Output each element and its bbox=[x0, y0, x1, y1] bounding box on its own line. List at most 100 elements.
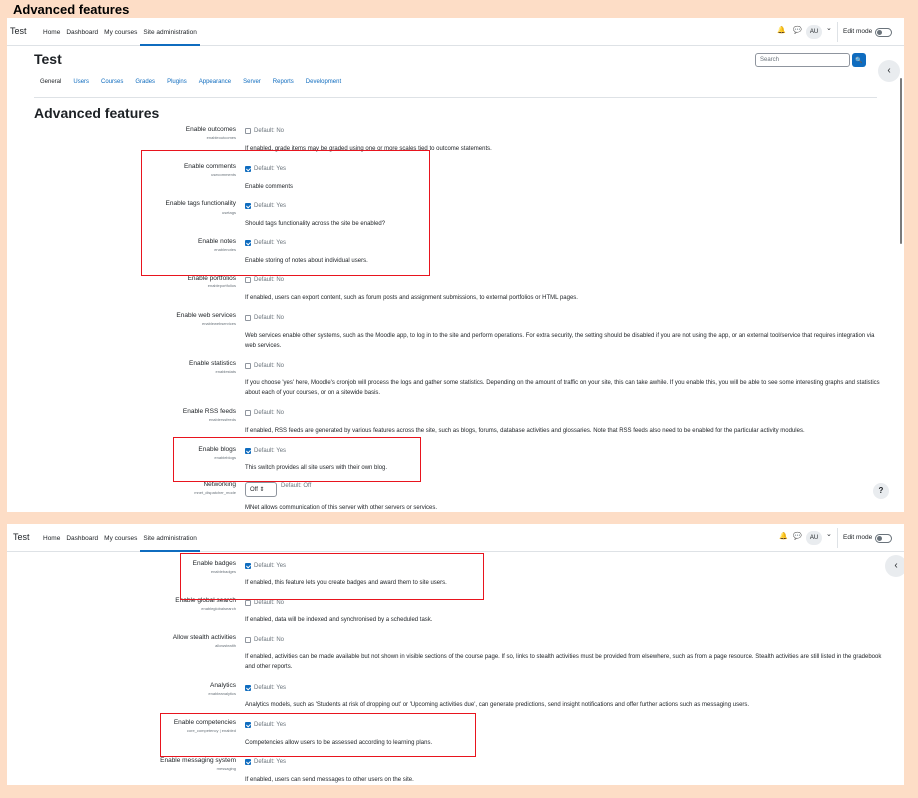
navbar-divider bbox=[837, 22, 838, 42]
setting-label: Analytics bbox=[209, 682, 236, 689]
bell-icon[interactable]: 🔔 bbox=[779, 532, 788, 540]
setting-default: Default: Off bbox=[281, 483, 312, 489]
chevron-left-icon: ‹ bbox=[894, 560, 898, 571]
navbar-divider bbox=[837, 528, 838, 548]
setting-description: If enabled, users can send messages to o… bbox=[245, 777, 414, 783]
setting-default: Default: No bbox=[254, 600, 285, 606]
setting-name: messaging bbox=[216, 766, 236, 771]
avatar[interactable]: AU bbox=[806, 25, 822, 39]
drawer-toggle-button[interactable]: ‹ bbox=[878, 60, 900, 82]
chat-icon[interactable]: 💬 bbox=[793, 26, 802, 34]
primary-navigation: Home Dashboard My courses Site administr… bbox=[40, 18, 200, 46]
avatar[interactable]: AU bbox=[806, 531, 822, 545]
edit-mode-toggle[interactable] bbox=[875, 28, 892, 37]
nav-dashboard[interactable]: Dashboard bbox=[63, 524, 101, 552]
site-brand[interactable]: Test bbox=[13, 532, 30, 542]
site-brand[interactable]: Test bbox=[10, 26, 27, 36]
setting-default: Default: Yes bbox=[254, 685, 287, 691]
setting-name: enableglobalsearch bbox=[201, 606, 236, 611]
setting-checkbox[interactable] bbox=[245, 685, 251, 691]
setting-label: Allow stealth activities bbox=[172, 634, 236, 641]
admin-tabs: General Users Courses Grades Plugins App… bbox=[34, 75, 877, 98]
setting-checkbox[interactable] bbox=[245, 277, 251, 283]
setting-label: Networking bbox=[203, 481, 236, 488]
setting-description: If you choose 'yes' here, Moodle's cronj… bbox=[245, 380, 880, 396]
setting-description: Web services enable other systems, such … bbox=[245, 333, 875, 349]
setting-description: If enabled, activities can be made avail… bbox=[245, 654, 882, 670]
nav-site-administration[interactable]: Site administration bbox=[140, 524, 200, 552]
nav-home[interactable]: Home bbox=[40, 524, 63, 552]
chevron-down-icon[interactable]: ⌄ bbox=[826, 530, 832, 538]
setting-checkbox[interactable] bbox=[245, 759, 251, 765]
highlight-box bbox=[180, 553, 484, 600]
nav-dashboard[interactable]: Dashboard bbox=[63, 18, 101, 46]
setting-description: If enabled, RSS feeds are generated by v… bbox=[245, 428, 805, 434]
screenshot-panel-bottom: Test Home Dashboard My courses Site admi… bbox=[7, 524, 904, 785]
section-title: Advanced features bbox=[34, 105, 160, 121]
page-title: Test bbox=[34, 51, 62, 67]
setting-label: Enable portfolios bbox=[187, 275, 236, 282]
setting-checkbox[interactable] bbox=[245, 410, 251, 416]
help-button[interactable]: ? bbox=[873, 483, 889, 499]
setting-name: enableoutcomes bbox=[206, 135, 236, 140]
top-navbar: Test Home Dashboard My courses Site admi… bbox=[7, 18, 904, 46]
setting-checkbox[interactable] bbox=[245, 315, 251, 321]
setting-default: Default: No bbox=[254, 315, 285, 321]
chat-icon[interactable]: 💬 bbox=[793, 532, 802, 540]
highlight-box bbox=[141, 150, 430, 276]
networking-select[interactable]: Off ⇕ bbox=[245, 482, 277, 497]
nav-site-administration[interactable]: Site administration bbox=[140, 18, 200, 46]
bell-icon[interactable]: 🔔 bbox=[777, 26, 786, 34]
tab-server[interactable]: Server bbox=[237, 75, 267, 97]
primary-navigation: Home Dashboard My courses Site administr… bbox=[40, 524, 200, 552]
setting-description: MNet allows communication of this server… bbox=[245, 505, 438, 511]
tab-development[interactable]: Development bbox=[300, 75, 347, 97]
tab-users[interactable]: Users bbox=[67, 75, 95, 97]
setting-name: enablerssfeeds bbox=[208, 417, 236, 422]
search-input[interactable]: Search bbox=[755, 53, 850, 67]
setting-checkbox[interactable] bbox=[245, 637, 251, 643]
setting-checkbox[interactable] bbox=[245, 363, 251, 369]
document-title: Advanced features bbox=[13, 2, 130, 17]
tab-appearance[interactable]: Appearance bbox=[193, 75, 237, 97]
search-icon: 🔍 bbox=[855, 58, 863, 64]
setting-label: Enable RSS feeds bbox=[182, 408, 236, 415]
setting-checkbox[interactable] bbox=[245, 600, 251, 606]
setting-name: enableportfolios bbox=[207, 283, 236, 288]
nav-home[interactable]: Home bbox=[40, 18, 63, 46]
setting-description: If enabled, users can export content, su… bbox=[245, 295, 578, 301]
setting-default: Default: No bbox=[254, 637, 285, 643]
setting-default: Default: No bbox=[254, 363, 285, 369]
setting-checkbox[interactable] bbox=[245, 128, 251, 134]
setting-name: enableanalytics bbox=[208, 691, 236, 696]
setting-name: mnet_dispatcher_mode bbox=[194, 490, 236, 495]
setting-default: Default: No bbox=[254, 128, 285, 134]
tab-courses[interactable]: Courses bbox=[95, 75, 129, 97]
setting-label: Enable statistics bbox=[189, 360, 236, 367]
setting-label: Enable web services bbox=[176, 312, 236, 319]
setting-name: enablestats bbox=[215, 369, 236, 374]
search-button[interactable]: 🔍 bbox=[852, 53, 866, 67]
chevron-down-icon[interactable]: ⌄ bbox=[826, 24, 832, 32]
tab-plugins[interactable]: Plugins bbox=[161, 75, 193, 97]
setting-label: Enable outcomes bbox=[185, 126, 236, 133]
scrollbar[interactable] bbox=[900, 78, 902, 244]
tab-grades[interactable]: Grades bbox=[129, 75, 161, 97]
top-navbar: Test Home Dashboard My courses Site admi… bbox=[7, 524, 904, 552]
setting-description: If enabled, data will be indexed and syn… bbox=[245, 617, 433, 623]
setting-label: Enable messaging system bbox=[160, 757, 236, 764]
setting-name: allowstealth bbox=[215, 643, 236, 648]
edit-mode-toggle[interactable] bbox=[875, 534, 892, 543]
edit-mode-label: Edit mode bbox=[843, 28, 873, 35]
nav-my-courses[interactable]: My courses bbox=[101, 18, 140, 46]
drawer-toggle-button[interactable]: ‹ bbox=[885, 555, 904, 577]
setting-default: Default: No bbox=[254, 277, 285, 283]
highlight-box bbox=[173, 437, 421, 482]
tab-general[interactable]: General bbox=[34, 75, 67, 97]
nav-my-courses[interactable]: My courses bbox=[101, 524, 140, 552]
chevron-left-icon: ‹ bbox=[887, 65, 891, 76]
tab-reports[interactable]: Reports bbox=[267, 75, 300, 97]
edit-mode-label: Edit mode bbox=[843, 534, 873, 541]
highlight-box bbox=[160, 713, 476, 757]
screenshot-panel-top: Test Home Dashboard My courses Site admi… bbox=[7, 18, 904, 512]
